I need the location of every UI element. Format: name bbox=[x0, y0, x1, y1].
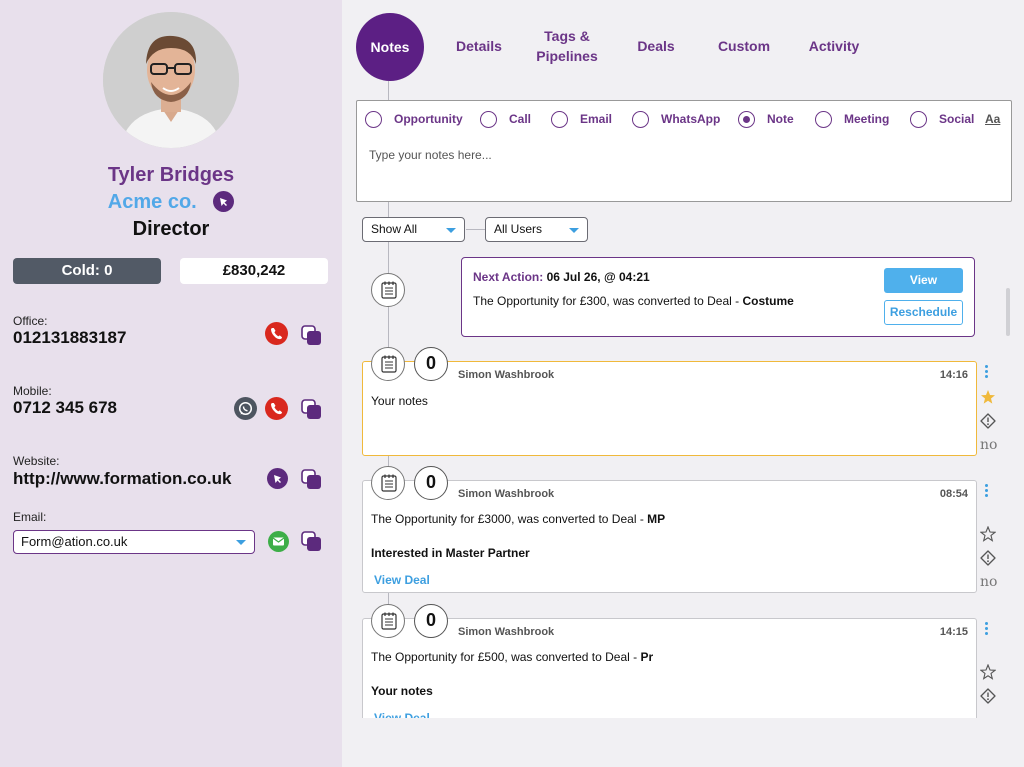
email-label: Email: bbox=[13, 510, 47, 524]
website-value[interactable]: http://www.formation.co.uk bbox=[13, 469, 231, 489]
radio-icon bbox=[480, 111, 497, 128]
email-select[interactable]: Form@ation.co.uk bbox=[13, 530, 255, 554]
tab-activity[interactable]: Activity bbox=[806, 36, 862, 56]
note-author: Simon Washbrook bbox=[458, 488, 555, 500]
filter-connector bbox=[466, 229, 486, 230]
note-composer: Opportunity Call Email WhatsApp Note Mee… bbox=[356, 100, 1012, 202]
note-side-text: no bbox=[980, 574, 998, 590]
tab-notes[interactable]: Notes bbox=[356, 13, 424, 81]
radio-icon bbox=[910, 111, 927, 128]
contact-name: Tyler Bridges bbox=[107, 164, 235, 186]
note-count-badge: 0 bbox=[414, 466, 448, 500]
office-value: 012131883187 bbox=[13, 328, 127, 347]
website-label: Website: bbox=[13, 454, 60, 468]
call-office-icon[interactable] bbox=[265, 322, 288, 345]
note-count-badge: 0 bbox=[414, 347, 448, 381]
more-options-icon[interactable] bbox=[985, 484, 989, 499]
tab-tags-pipelines[interactable]: Tags & Pipelines bbox=[532, 26, 602, 66]
mobile-value: 0712 345 678 bbox=[13, 398, 117, 417]
note-side-actions bbox=[978, 622, 1000, 712]
view-button[interactable]: View bbox=[884, 268, 963, 293]
note-side-actions: no bbox=[978, 484, 1000, 594]
radio-icon bbox=[365, 111, 382, 128]
star-outline-icon[interactable] bbox=[980, 664, 996, 680]
radio-icon bbox=[815, 111, 832, 128]
note-time: 08:54 bbox=[939, 488, 968, 500]
note-author: Simon Washbrook bbox=[458, 369, 555, 381]
note-card[interactable]: Simon Washbrook 14:16 Your notes bbox=[362, 361, 977, 456]
scrollbar[interactable] bbox=[1006, 288, 1010, 336]
copy-office-icon[interactable] bbox=[300, 324, 324, 348]
more-options-icon[interactable] bbox=[985, 365, 989, 380]
note-body: Your notes bbox=[371, 394, 428, 408]
office-label: Office: bbox=[13, 314, 48, 328]
note-author: Simon Washbrook bbox=[458, 626, 555, 638]
avatar bbox=[103, 12, 239, 148]
send-email-icon[interactable] bbox=[268, 531, 289, 552]
star-filled-icon[interactable] bbox=[980, 389, 996, 405]
mobile-label: Mobile: bbox=[13, 384, 52, 398]
next-action-card: Next Action: 06 Jul 26, @ 04:21 The Oppo… bbox=[461, 257, 975, 337]
note-card[interactable]: Simon Washbrook 08:54 The Opportunity fo… bbox=[362, 480, 977, 593]
note-time: 14:15 bbox=[939, 626, 968, 638]
users-filter-select[interactable]: All Users bbox=[485, 217, 588, 242]
chevron-down-icon bbox=[236, 540, 246, 545]
show-filter-select[interactable]: Show All bbox=[362, 217, 465, 242]
contact-value-badge: £830,242 bbox=[180, 258, 328, 284]
copy-email-icon[interactable] bbox=[300, 530, 324, 554]
star-outline-icon[interactable] bbox=[980, 526, 996, 542]
company-name[interactable]: Acme co. bbox=[108, 191, 197, 213]
alert-diamond-icon[interactable] bbox=[980, 688, 996, 704]
contact-job-title: Director bbox=[132, 218, 210, 240]
font-format-toggle[interactable]: Aa bbox=[985, 112, 1000, 126]
note-subtext: Your notes bbox=[371, 684, 433, 698]
alert-diamond-icon[interactable] bbox=[980, 550, 996, 566]
tab-custom[interactable]: Custom bbox=[716, 36, 772, 56]
note-input[interactable] bbox=[369, 148, 989, 162]
open-company-icon[interactable] bbox=[213, 191, 235, 212]
next-action-text: The Opportunity for £300, was converted … bbox=[473, 294, 794, 308]
next-action-date: 06 Jul 26, @ 04:21 bbox=[546, 270, 650, 284]
contact-sidebar: Tyler Bridges Acme co. Director Cold: 0 … bbox=[0, 0, 342, 767]
alert-diamond-icon[interactable] bbox=[980, 413, 996, 429]
main-panel: Notes Details Tags & Pipelines Deals Cus… bbox=[342, 0, 1024, 767]
call-mobile-icon[interactable] bbox=[265, 397, 288, 420]
whatsapp-icon[interactable] bbox=[234, 397, 257, 420]
note-side-text: no bbox=[980, 437, 998, 453]
company-row: Acme co. bbox=[0, 191, 342, 214]
chevron-down-icon bbox=[446, 228, 456, 233]
next-action-label: Next Action: 06 Jul 26, @ 04:21 bbox=[473, 270, 650, 284]
note-count-badge: 0 bbox=[414, 604, 448, 638]
note-card[interactable]: Simon Washbrook 14:15 The Opportunity fo… bbox=[362, 618, 977, 728]
view-deal-link[interactable]: View Deal bbox=[374, 573, 430, 587]
notepad-icon bbox=[371, 604, 405, 638]
radio-icon bbox=[551, 111, 568, 128]
tab-deals[interactable]: Deals bbox=[634, 36, 678, 56]
notepad-icon bbox=[371, 347, 405, 381]
tab-details[interactable]: Details bbox=[454, 36, 504, 56]
note-time: 14:16 bbox=[939, 369, 968, 381]
note-body: The Opportunity for £500, was converted … bbox=[371, 650, 654, 664]
notepad-icon bbox=[371, 273, 405, 307]
notepad-icon bbox=[371, 466, 405, 500]
chevron-down-icon bbox=[569, 228, 579, 233]
note-subtext: Interested in Master Partner bbox=[371, 546, 530, 560]
copy-mobile-icon[interactable] bbox=[300, 398, 324, 422]
note-side-actions: no bbox=[978, 365, 1000, 455]
radio-checked-icon bbox=[738, 111, 755, 128]
tab-tags-line1: Tags & bbox=[544, 28, 590, 44]
list-bottom-mask bbox=[342, 718, 1024, 767]
tab-tags-line2: Pipelines bbox=[536, 48, 598, 64]
reschedule-button[interactable]: Reschedule bbox=[884, 300, 963, 325]
lead-status-badge[interactable]: Cold: 0 bbox=[13, 258, 161, 284]
more-options-icon[interactable] bbox=[985, 622, 989, 637]
email-select-value: Form@ation.co.uk bbox=[21, 534, 128, 549]
note-body: The Opportunity for £3000, was converted… bbox=[371, 512, 666, 526]
open-website-icon[interactable] bbox=[267, 468, 288, 489]
timeline-line bbox=[388, 81, 389, 100]
copy-website-icon[interactable] bbox=[300, 468, 324, 492]
radio-icon bbox=[632, 111, 649, 128]
